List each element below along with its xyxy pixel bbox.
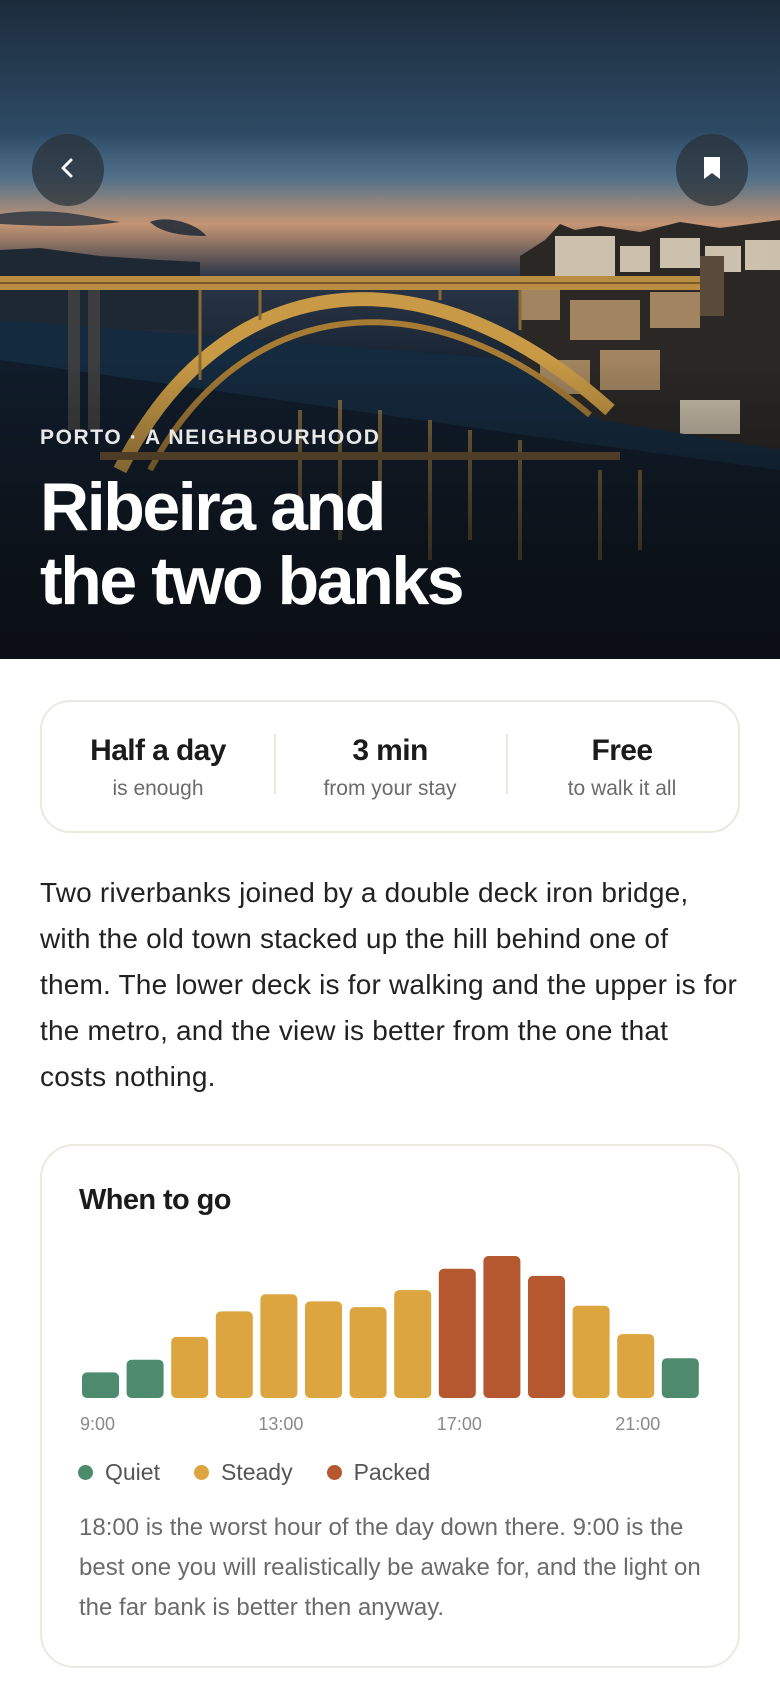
- fact-main: Half a day: [90, 733, 226, 767]
- legend-quiet-dot: [78, 1465, 93, 1480]
- legend-steady: Steady: [193, 1459, 293, 1486]
- eyebrow-label: PORTO · A NEIGHBOURHOOD: [40, 426, 381, 449]
- chart-legend: Quiet Steady Packed: [78, 1459, 464, 1486]
- x-tick-label: 17:00: [437, 1414, 482, 1434]
- legend-quiet-label: Quiet: [105, 1459, 160, 1485]
- bar-12:00: [215, 1311, 253, 1398]
- legend-packed-label: Packed: [353, 1459, 431, 1485]
- fact-duration: Half a day is enough: [42, 732, 274, 802]
- bar-22:00: [661, 1358, 699, 1398]
- fact-sub: is enough: [112, 776, 204, 800]
- when-to-go-card: When to go 9:00 13:00 17:00 21:00 Quiet Ste…: [40, 1144, 740, 1668]
- fact-sub: from your stay: [323, 776, 457, 800]
- legend-packed: Packed: [326, 1459, 431, 1486]
- quick-facts: Half a day is enough 3 min from your sta…: [40, 700, 740, 833]
- when-to-go-note: 18:00 is the worst hour of the day down …: [79, 1514, 701, 1621]
- bar-10:00: [126, 1359, 164, 1398]
- bookmark-button[interactable]: [676, 134, 748, 206]
- page-title: Ribeira and the two banks: [40, 469, 465, 619]
- legend-quiet: Quiet: [78, 1459, 160, 1486]
- bar-18:00: [483, 1256, 521, 1398]
- fact-sub: to walk it all: [567, 776, 677, 800]
- fact-main: 3 min: [352, 733, 428, 767]
- x-tick-label: 13:00: [258, 1414, 303, 1434]
- bar-16:00: [394, 1290, 432, 1398]
- bookmark-icon: [700, 155, 724, 186]
- x-tick-label: 21:00: [615, 1414, 660, 1434]
- page-title-line-2: the two banks: [40, 543, 465, 619]
- legend-steady-dot: [193, 1465, 209, 1480]
- intro-paragraph: Two riverbanks joined by a double deck i…: [40, 877, 738, 1092]
- chevron-left-icon: [55, 155, 81, 186]
- fact-main: Free: [591, 733, 654, 767]
- bar-14:00: [305, 1301, 342, 1398]
- fact-distance: 3 min from your stay: [274, 732, 506, 802]
- crowd-bar-chart: 9:00 13:00 17:00 21:00: [80, 1256, 699, 1434]
- fact-price: Free to walk it all: [506, 732, 738, 802]
- page-title-line-1: Ribeira and: [40, 469, 386, 545]
- hero-image: PORTO · A NEIGHBOURHOOD Ribeira and the …: [0, 0, 780, 659]
- bar-20:00: [572, 1305, 610, 1398]
- x-tick-label: 9:00: [80, 1414, 115, 1434]
- bar-17:00: [438, 1268, 476, 1398]
- bar-11:00: [171, 1336, 209, 1398]
- bar-15:00: [349, 1307, 387, 1398]
- bar-13:00: [260, 1294, 298, 1398]
- bar-21:00: [617, 1334, 655, 1398]
- back-button[interactable]: [32, 134, 104, 206]
- bar-9:00: [82, 1372, 119, 1398]
- legend-packed-dot: [326, 1465, 342, 1480]
- legend-steady-label: Steady: [220, 1459, 293, 1485]
- bar-19:00: [528, 1275, 565, 1398]
